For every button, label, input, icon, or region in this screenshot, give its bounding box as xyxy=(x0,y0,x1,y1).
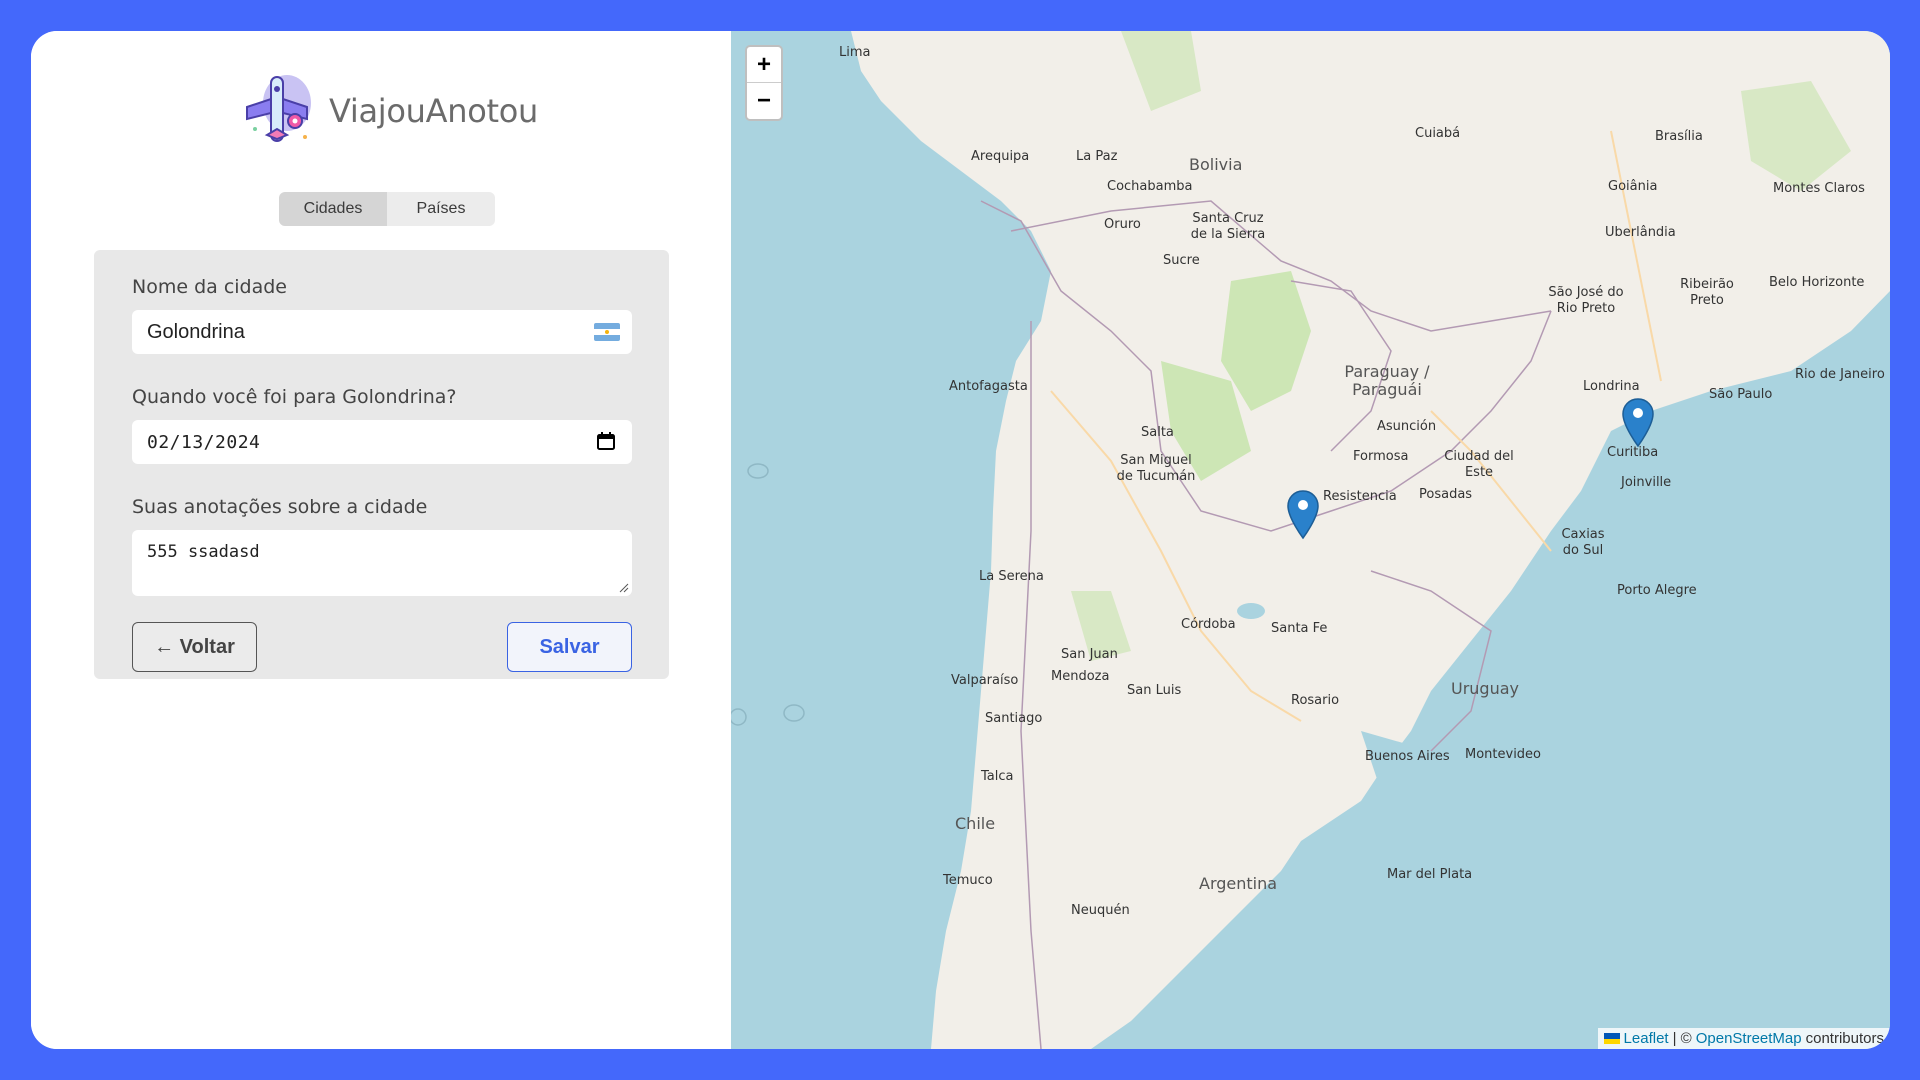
map-label-city: Córdoba xyxy=(1181,617,1236,632)
calendar-icon[interactable] xyxy=(597,432,615,450)
map-label-city: Temuco xyxy=(943,873,993,888)
map-label-city: Montevideo xyxy=(1465,747,1542,762)
ukraine-flag-icon xyxy=(1603,1033,1620,1044)
osm-link[interactable]: OpenStreetMap xyxy=(1696,1030,1802,1047)
map-label-uruguay: Uruguay xyxy=(1451,679,1519,698)
map-label-city: Oruro xyxy=(1104,217,1141,232)
map-label-city: Santiago xyxy=(985,711,1043,726)
notes-textarea[interactable]: 555 ssadasd xyxy=(132,530,632,596)
map-label-city: Sucre xyxy=(1163,253,1200,268)
map-marker-icon[interactable] xyxy=(1287,490,1319,540)
map-label-city: Santa Cruz de la Sierra xyxy=(1190,211,1266,242)
map-label-city: Joinville xyxy=(1621,475,1672,490)
map-label-city: Cochabamba xyxy=(1107,179,1193,194)
map-label-city: Brasília xyxy=(1655,129,1703,144)
map-label-city: San Juan xyxy=(1061,647,1118,662)
save-button[interactable]: Salvar xyxy=(507,622,632,672)
map-label-bolivia: Bolivia xyxy=(1189,155,1243,174)
map-label-paraguay: Paraguay / Paraguái xyxy=(1344,362,1430,399)
argentina-flag-icon xyxy=(594,323,620,341)
map-label-city: Posadas xyxy=(1419,487,1473,502)
map-label-city: Mendoza xyxy=(1051,669,1110,684)
map-label-city: La Paz xyxy=(1076,149,1118,164)
map-label-city: San Miguel de Tucumán xyxy=(1116,453,1196,484)
map-label-city: São José do Rio Preto xyxy=(1548,285,1624,316)
map-label-city: Valparaíso xyxy=(951,673,1019,688)
map-marker-icon[interactable] xyxy=(1622,398,1654,448)
map-label-argentina: Argentina xyxy=(1199,874,1278,893)
date-input[interactable]: 02/13/2024 xyxy=(132,420,632,464)
form-actions: ← Voltar Salvar xyxy=(132,622,632,672)
map-attribution: Leaflet | © OpenStreetMap contributors xyxy=(1597,1028,1890,1049)
airplane-icon xyxy=(246,75,311,142)
map-label-city: Rio de Janeiro xyxy=(1795,367,1885,382)
logo: ViajouAnotou xyxy=(237,69,538,153)
zoom-out-button[interactable]: − xyxy=(747,83,781,119)
map-label-city: Ribeirão Preto xyxy=(1680,277,1734,308)
map-label-city: Buenos Aires xyxy=(1365,749,1450,764)
date-value: 02/13/2024 xyxy=(147,431,261,453)
notes-value: 555 ssadasd xyxy=(147,542,260,562)
map-label-city: Rosario xyxy=(1291,693,1340,708)
map-label-city: Montes Claros xyxy=(1773,181,1865,196)
map-label-city: Londrina xyxy=(1583,379,1640,394)
attribution-suffix: contributors xyxy=(1805,1030,1884,1047)
map-label-city: Asunción xyxy=(1377,419,1437,434)
map-label-city: Cuiabá xyxy=(1415,126,1461,141)
map-label-city: São Paulo xyxy=(1709,387,1773,402)
map-view[interactable]: Bolivia Paraguay / Paraguái Argentina Ch… xyxy=(731,31,1890,1049)
map-label-city: Uberlândia xyxy=(1605,225,1676,240)
map-label-city: Neuquén xyxy=(1071,903,1130,918)
attribution-separator: | © xyxy=(1672,1030,1692,1047)
map-label-city: Lima xyxy=(839,45,871,60)
date-label: Quando você foi para Golondrina? xyxy=(132,386,457,408)
app-title: ViajouAnotou xyxy=(329,92,538,130)
map-label-city: Ciudad del Este xyxy=(1444,449,1514,480)
notes-label: Suas anotações sobre a cidade xyxy=(132,496,428,518)
city-name-value: Golondrina xyxy=(147,320,245,343)
leaflet-link[interactable]: Leaflet xyxy=(1624,1030,1669,1047)
map-label-city: Belo Horizonte xyxy=(1769,275,1865,290)
map-label-city: Porto Alegre xyxy=(1617,583,1697,598)
tab-paises[interactable]: Países xyxy=(387,192,495,226)
resize-handle-icon[interactable] xyxy=(619,583,629,593)
map-label-city: Caxias do Sul xyxy=(1561,527,1605,558)
tab-cidades[interactable]: Cidades xyxy=(279,192,387,226)
zoom-in-button[interactable]: + xyxy=(747,47,781,83)
map-label-city: Mar del Plata xyxy=(1387,867,1473,882)
map-label-city: Arequipa xyxy=(971,149,1030,164)
city-form: Nome da cidade Golondrina Quando você fo… xyxy=(94,250,669,679)
map-label-city: Goiânia xyxy=(1608,179,1658,194)
tab-group: Cidades Países xyxy=(279,192,495,226)
map-label-city: Antofagasta xyxy=(949,379,1028,394)
city-name-label: Nome da cidade xyxy=(132,276,287,298)
map-label-city: Talca xyxy=(981,769,1014,784)
zoom-control: + − xyxy=(745,45,783,121)
back-button[interactable]: ← Voltar xyxy=(132,622,257,672)
map-tiles xyxy=(731,31,1890,1049)
sidebar: ViajouAnotou Cidades Países Nome da cida… xyxy=(31,31,731,1049)
map-label-city: Salta xyxy=(1141,425,1174,440)
map-label-city: La Serena xyxy=(979,569,1044,584)
map-label-city: Formosa xyxy=(1353,449,1409,464)
map-label-city: San Luis xyxy=(1127,683,1182,698)
map-label-city: Santa Fe xyxy=(1271,621,1328,636)
app-window: ViajouAnotou Cidades Países Nome da cida… xyxy=(31,31,1890,1049)
map-label-city: Resistencia xyxy=(1323,489,1397,504)
city-name-input[interactable]: Golondrina xyxy=(132,310,632,354)
map-label-chile: Chile xyxy=(955,814,996,833)
